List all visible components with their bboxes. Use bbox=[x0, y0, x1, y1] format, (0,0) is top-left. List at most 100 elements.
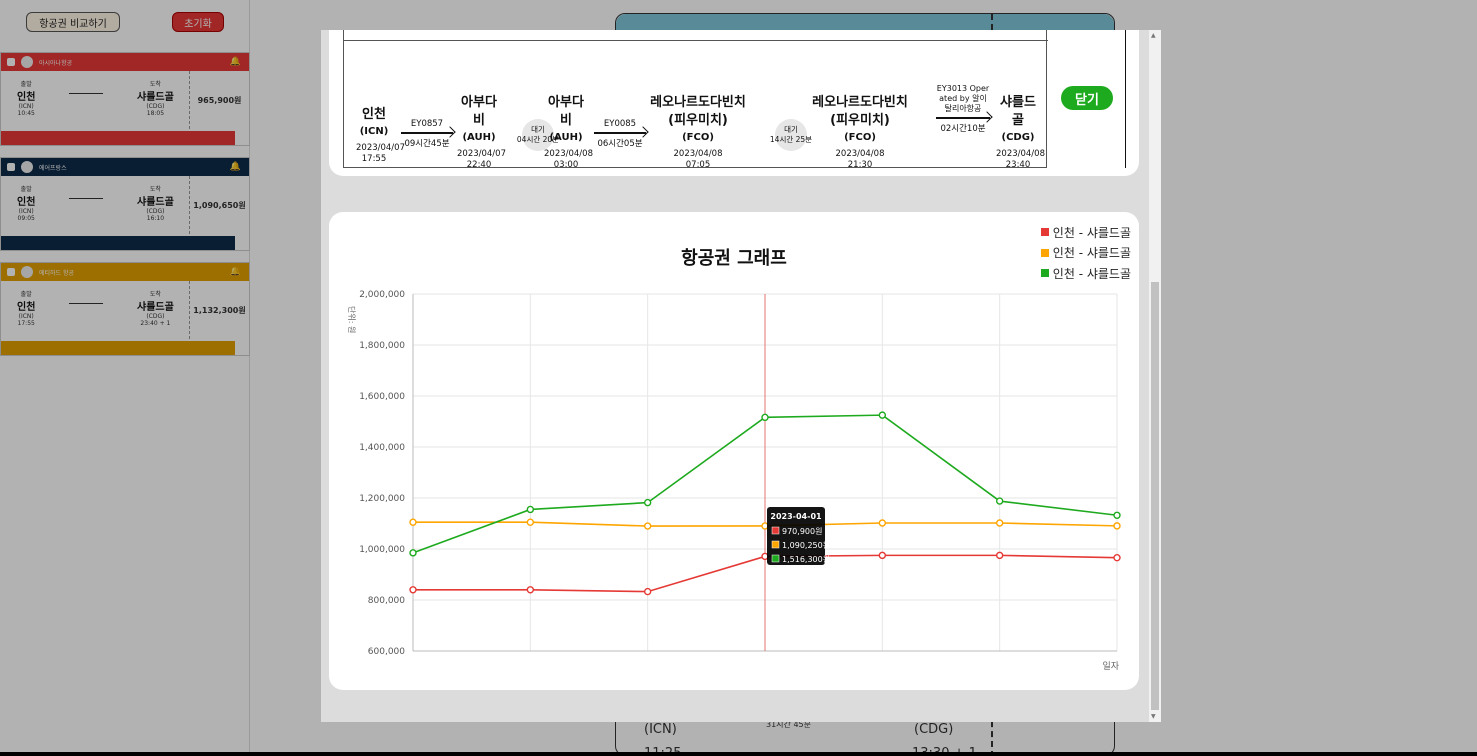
flight-duration: 02시간10분 bbox=[940, 123, 986, 134]
tooltip-swatch bbox=[771, 554, 780, 563]
node-code: (FCO) bbox=[682, 132, 714, 143]
node-city: 레오나르도다빈치(피우미치) bbox=[812, 95, 908, 128]
legend-swatch bbox=[1040, 269, 1049, 278]
price-chart-card: 항공권 그래프 단위: 원 일자 2,000,000 1,800,000 1,600… bbox=[329, 212, 1139, 690]
data-point bbox=[409, 586, 417, 594]
arrow-icon bbox=[401, 132, 453, 134]
y-axis-ticks: 2,000,000 1,800,000 1,600,000 1,400,000 1,20… bbox=[359, 290, 405, 657]
node-date: 2023/04/08 bbox=[544, 149, 593, 159]
layover-label: 대기 bbox=[531, 125, 545, 134]
y-tick-label: 600,000 bbox=[368, 647, 405, 657]
node-date: 2023/04/08 bbox=[673, 149, 723, 159]
data-point bbox=[526, 505, 535, 514]
y-tick-label: 1,200,000 bbox=[359, 494, 405, 504]
node-city: 아부다비 bbox=[548, 95, 584, 128]
data-point bbox=[643, 522, 652, 530]
y-tick-label: 1,600,000 bbox=[359, 392, 405, 402]
route-node: 레오나르도다빈치(피우미치) (FCO) 2023/04/08 07:05 bbox=[650, 94, 746, 171]
flight-duration: 06시간05분 bbox=[597, 138, 643, 149]
y-tick-label: 2,000,000 bbox=[359, 290, 405, 300]
route-node: 아부다비 (AUH) 2023/04/07 22:40 bbox=[457, 94, 506, 171]
chart-grid bbox=[412, 293, 1118, 652]
node-code: (AUH) bbox=[549, 132, 583, 143]
data-point bbox=[409, 518, 417, 526]
node-city: 샤를드골 bbox=[1000, 95, 1036, 128]
node-city: 인천 bbox=[362, 107, 386, 122]
flight-number: EY0857 bbox=[410, 119, 444, 129]
data-point bbox=[995, 519, 1004, 527]
legend-label: 인천 - 샤를드골 bbox=[1052, 246, 1131, 261]
node-time: 17:55 bbox=[361, 154, 387, 164]
route-node: 인천 (ICN) 2023/04/07 17:55 bbox=[356, 106, 405, 165]
card-divider bbox=[1125, 30, 1126, 168]
node-time: 21:30 bbox=[847, 160, 873, 170]
legend-item[interactable]: 인천 - 샤를드골 bbox=[1040, 263, 1131, 284]
modal-scrollbar[interactable]: ▲ ▼ bbox=[1149, 30, 1161, 722]
arrow-icon bbox=[594, 132, 646, 134]
arrow-icon bbox=[936, 117, 990, 119]
flight-number: EY3013 Operated by 알이탈리아항공 bbox=[936, 84, 990, 113]
y-tick-label: 1,800,000 bbox=[359, 341, 405, 351]
node-city: 레오나르도다빈치(피우미치) bbox=[650, 95, 746, 128]
node-code: (ICN) bbox=[359, 126, 389, 137]
flight-segment: EY3013 Operated by 알이탈리아항공 02시간10분 bbox=[936, 84, 990, 134]
data-point bbox=[643, 498, 652, 507]
price-line-chart: 항공권 그래프 단위: 원 일자 2,000,000 1,800,000 1,600… bbox=[347, 248, 1121, 672]
scroll-down-icon[interactable]: ▼ bbox=[1151, 713, 1156, 720]
data-point bbox=[878, 519, 887, 527]
node-code: (AUH) bbox=[462, 132, 496, 143]
data-point bbox=[526, 586, 535, 594]
node-date: 2023/04/07 bbox=[457, 149, 506, 159]
y-tick-label: 800,000 bbox=[368, 596, 405, 606]
y-tick-label: 1,000,000 bbox=[359, 545, 405, 555]
node-time: 23:40 bbox=[1005, 160, 1031, 170]
table-divider bbox=[344, 40, 1048, 41]
close-button[interactable]: 닫기 bbox=[1061, 86, 1113, 110]
layover-label: 대기 bbox=[784, 125, 798, 134]
data-point bbox=[761, 413, 769, 422]
data-point bbox=[995, 497, 1004, 505]
y-axis-label: 단위: 원 bbox=[347, 306, 357, 333]
node-date: 2023/04/08 bbox=[996, 149, 1045, 159]
node-date: 2023/04/08 bbox=[835, 149, 885, 159]
data-point bbox=[526, 518, 535, 526]
chart-legend: 인천 - 샤를드골 인천 - 샤를드골 인천 - 샤를드골 bbox=[1040, 222, 1131, 284]
legend-swatch bbox=[1040, 228, 1049, 237]
tooltip-value: 970,900원 bbox=[782, 527, 822, 536]
tooltip-value: 1,516,300원 bbox=[782, 555, 830, 564]
tooltip-title: 2023-04-01 bbox=[770, 512, 822, 521]
data-point bbox=[878, 411, 887, 419]
flight-number: EY0085 bbox=[603, 119, 637, 129]
legend-item[interactable]: 인천 - 샤를드골 bbox=[1040, 243, 1131, 264]
route-table: 인천 (ICN) 2023/04/07 17:55 EY0857 09시간45분 … bbox=[343, 30, 1048, 171]
chart-title: 항공권 그래프 bbox=[681, 248, 787, 269]
flight-segment: EY0857 09시간45분 bbox=[401, 119, 453, 149]
node-time: 22:40 bbox=[466, 160, 492, 170]
legend-item[interactable]: 인천 - 샤를드골 bbox=[1040, 222, 1131, 243]
scrollbar-thumb[interactable] bbox=[1151, 282, 1159, 710]
legend-label: 인천 - 샤를드골 bbox=[1052, 225, 1131, 240]
layover-duration: 14시간 25분 bbox=[769, 135, 813, 144]
window-bottom-edge bbox=[0, 752, 1477, 756]
tooltip-value: 1,090,250원 bbox=[782, 541, 830, 550]
flight-segment: EY0085 06시간05분 bbox=[594, 119, 646, 149]
node-time: 07:05 bbox=[685, 160, 711, 170]
data-point bbox=[995, 551, 1004, 560]
chart-tooltip: 2023-04-01 970,900원 1,090,250원 1,516,300원 bbox=[767, 507, 830, 565]
scroll-up-icon[interactable]: ▲ bbox=[1151, 32, 1156, 39]
y-tick-label: 1,400,000 bbox=[359, 443, 405, 453]
route-node: 아부다비 (AUH) 2023/04/08 03:00 bbox=[544, 94, 593, 171]
node-date: 2023/04/07 bbox=[356, 143, 405, 153]
flight-duration: 09시간45분 bbox=[404, 138, 450, 149]
data-point bbox=[1113, 511, 1121, 519]
legend-swatch bbox=[1040, 248, 1049, 257]
x-axis-label: 일자 bbox=[1102, 661, 1119, 672]
data-point bbox=[878, 551, 887, 560]
tooltip-swatch bbox=[771, 540, 780, 549]
data-point bbox=[643, 587, 652, 596]
route-detail-card: 인천 (ICN) 2023/04/07 17:55 EY0857 09시간45분 … bbox=[329, 30, 1139, 176]
data-point bbox=[1113, 553, 1121, 562]
legend-label: 인천 - 샤를드골 bbox=[1052, 266, 1131, 281]
data-point bbox=[409, 549, 417, 557]
graph-modal: 인천 (ICN) 2023/04/07 17:55 EY0857 09시간45분 … bbox=[321, 30, 1161, 722]
